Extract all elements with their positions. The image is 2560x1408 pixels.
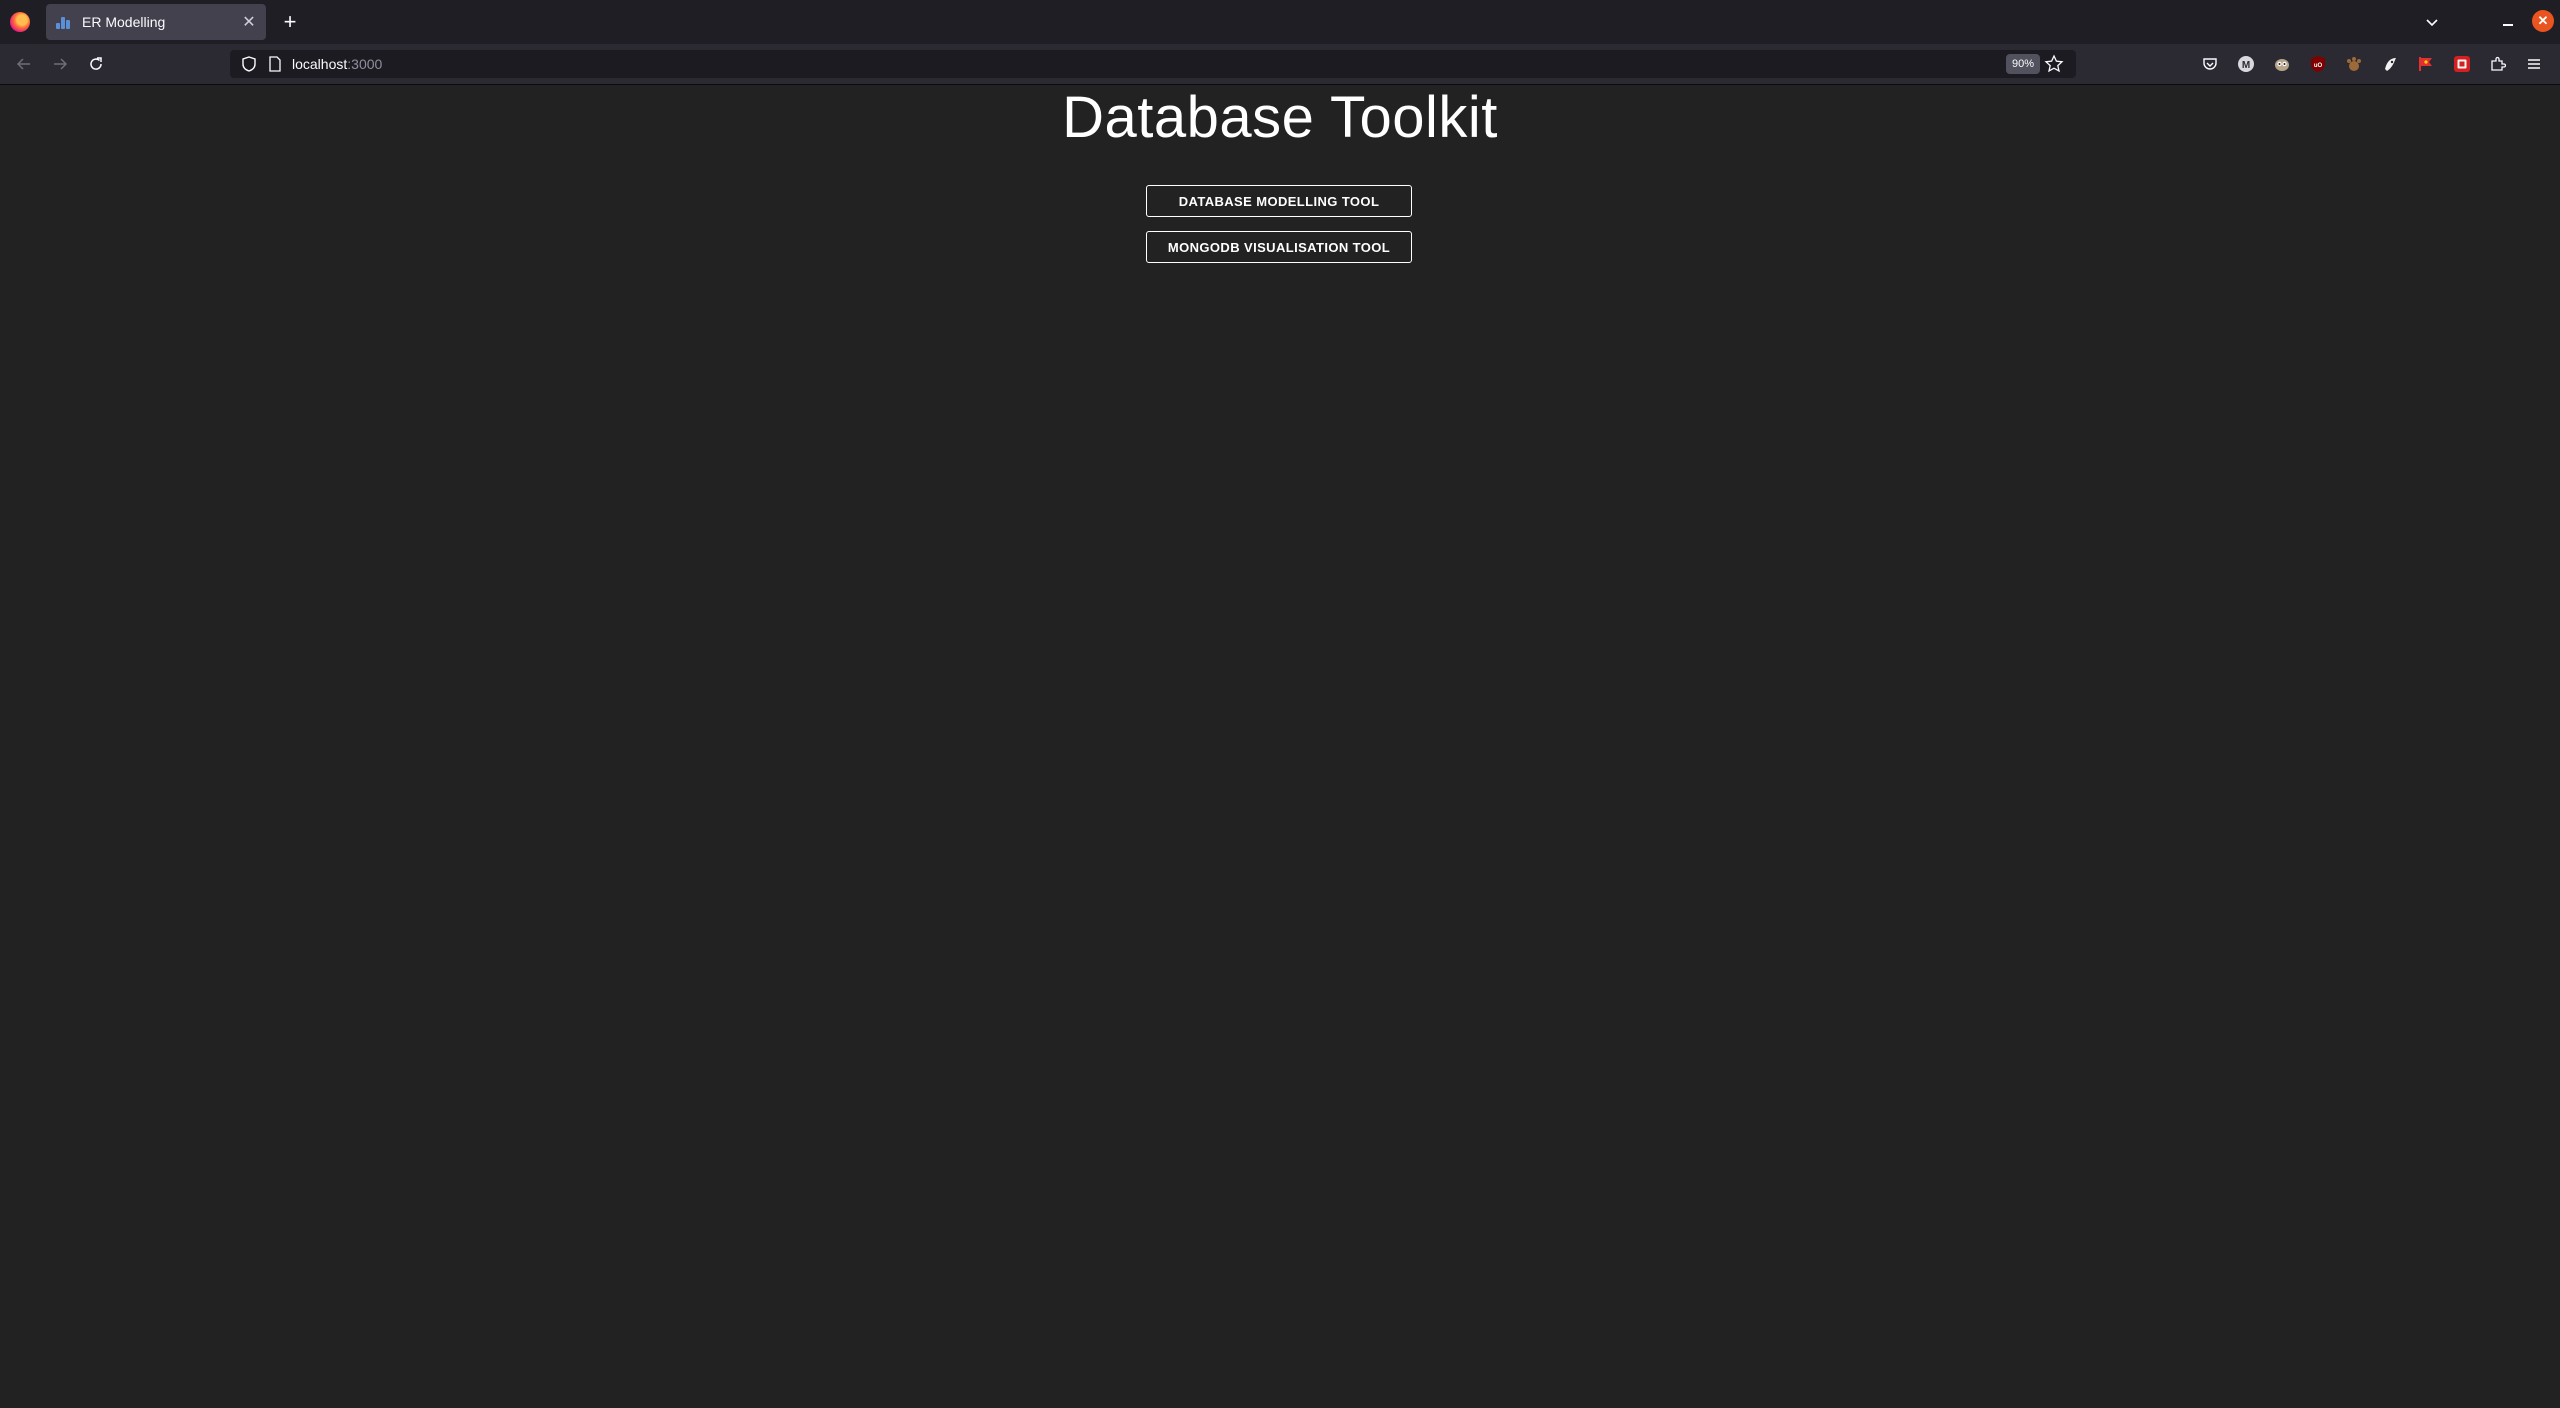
- app-menu-hamburger-icon[interactable]: [2524, 54, 2544, 74]
- url-port: :3000: [347, 56, 383, 72]
- tab-strip: ER Modelling ✕ + ✕: [0, 0, 2560, 44]
- page-info-icon[interactable]: [268, 56, 282, 72]
- svg-text:uO: uO: [2314, 63, 2323, 69]
- mongodb-visualisation-tool-button[interactable]: MONGODB VISUALISATION TOOL: [1146, 231, 1412, 263]
- red-square-extension-icon[interactable]: [2452, 54, 2472, 74]
- firefox-logo-icon[interactable]: [10, 12, 30, 32]
- tracking-protection-shield-icon[interactable]: [240, 55, 258, 73]
- svg-text:M: M: [2242, 60, 2250, 71]
- m-extension-icon[interactable]: M: [2236, 54, 2256, 74]
- page-content: Database Toolkit DATABASE MODELLING TOOL…: [0, 85, 2560, 1408]
- list-all-tabs-chevron-icon[interactable]: [2420, 10, 2444, 34]
- database-modelling-tool-button[interactable]: DATABASE MODELLING TOOL: [1146, 185, 1412, 217]
- bookmark-star-icon[interactable]: [2044, 54, 2064, 74]
- back-arrow-icon[interactable]: [12, 52, 36, 76]
- page-title: Database Toolkit: [1062, 85, 1498, 150]
- navigation-toolbar: localhost:3000 90% M uO: [0, 44, 2560, 85]
- window-minimize-icon[interactable]: [2496, 10, 2520, 34]
- bar-chart-favicon-icon: [56, 15, 74, 29]
- new-tab-plus-icon[interactable]: +: [278, 9, 302, 34]
- tab-title: ER Modelling: [82, 14, 166, 30]
- flag-extension-icon[interactable]: [2416, 54, 2436, 74]
- zoom-level-badge[interactable]: 90%: [2006, 54, 2041, 74]
- forward-arrow-icon[interactable]: [48, 52, 72, 76]
- owl-extension-icon[interactable]: [2272, 54, 2292, 74]
- ublock-icon[interactable]: uO: [2308, 54, 2328, 74]
- url-bar[interactable]: localhost:3000 90%: [230, 50, 2076, 78]
- url-text: localhost:3000: [292, 56, 382, 72]
- window-close-icon[interactable]: ✕: [2532, 10, 2554, 32]
- pocket-icon[interactable]: [2200, 54, 2220, 74]
- tab-er-modelling[interactable]: ER Modelling ✕: [46, 4, 266, 40]
- extensions-puzzle-icon[interactable]: [2488, 54, 2508, 74]
- reload-icon[interactable]: [84, 52, 108, 76]
- squid-extension-icon[interactable]: [2380, 54, 2400, 74]
- url-host: localhost: [292, 56, 348, 72]
- paw-extension-icon[interactable]: [2344, 54, 2364, 74]
- tab-close-icon[interactable]: ✕: [238, 11, 260, 33]
